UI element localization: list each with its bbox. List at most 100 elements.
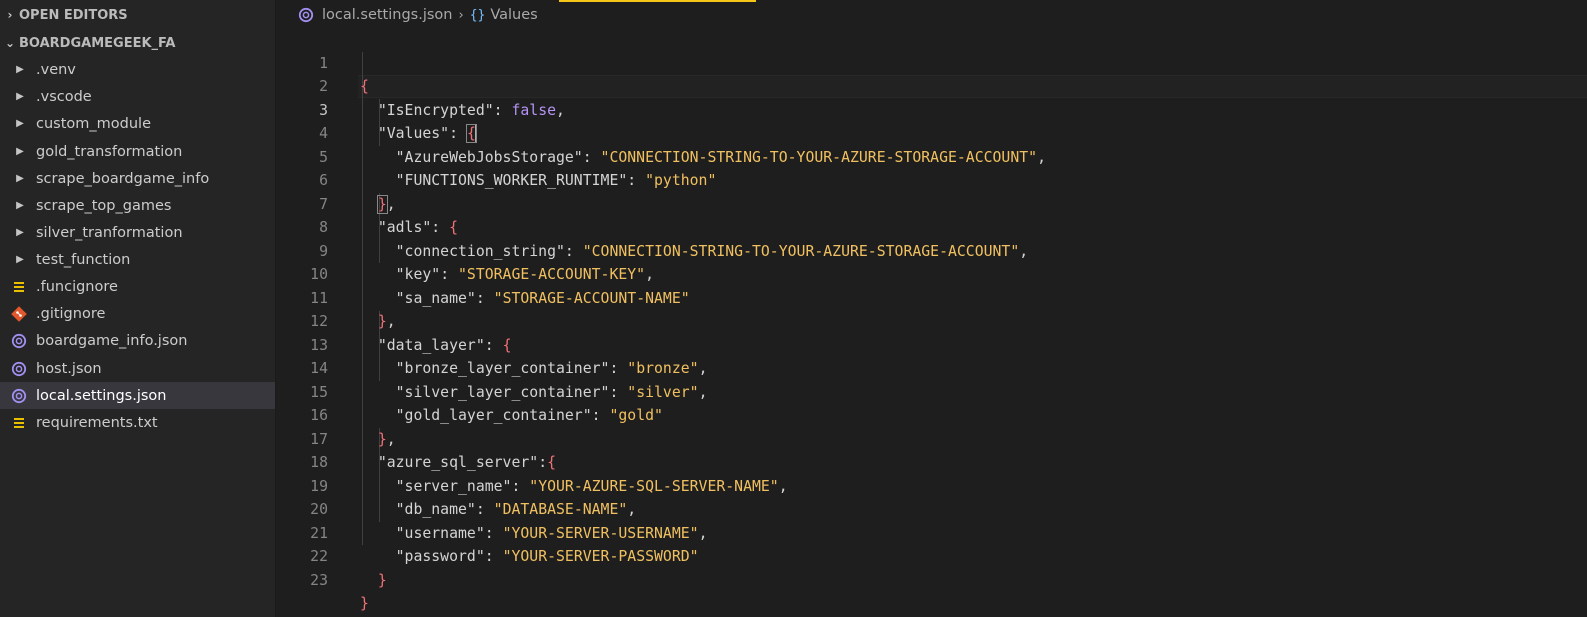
tree-item-silver-tranformation[interactable]: ▶ silver_tranformation	[0, 219, 275, 246]
token-key: "gold_layer_container"	[395, 407, 592, 424]
chevron-right-icon: ▶	[16, 64, 24, 75]
token-punct: ,	[1037, 148, 1046, 166]
code-line: 20 "username": "YOUR-SERVER-USERNAME",	[276, 475, 707, 542]
tree-item-local-settings-json[interactable]: local.settings.json	[0, 382, 275, 409]
code-line: 23 }	[276, 545, 369, 613]
token-punct: :	[627, 172, 646, 189]
chevron-right-icon: ▶	[16, 227, 24, 238]
tree-item-requirements-txt[interactable]: requirements.txt	[0, 409, 275, 436]
token-key: "server_name"	[395, 477, 512, 495]
chevron-right-icon: ▶	[16, 146, 24, 157]
explorer-sidebar: › OPEN EDITORS ⌄ BOARDGAMEGEEK_FA ▶ .ven…	[0, 0, 276, 617]
token-key: "adls"	[377, 219, 432, 236]
code-line: 12 "data_layer": {	[276, 287, 511, 354]
tree-item-label: silver_tranformation	[36, 224, 183, 241]
token-key: "password"	[395, 548, 485, 565]
tree-item-label: local.settings.json	[36, 387, 167, 404]
code-line: 7 "adls": {	[276, 169, 458, 237]
tree-item-gitignore[interactable]: .gitignore	[0, 300, 275, 327]
token-key: "AzureWebJobsStorage"	[395, 148, 583, 166]
token-brace: }	[377, 430, 387, 448]
tree-item-boardgame-info-json[interactable]: boardgame_info.json	[0, 327, 275, 354]
code-line: 9 "key": "STORAGE-ACCOUNT-KEY",	[276, 216, 654, 284]
json-icon	[11, 333, 27, 349]
token-key: "username"	[395, 524, 485, 542]
token-punct: ,	[1019, 242, 1029, 260]
token-punct: :	[591, 407, 610, 424]
tree-item-scrape-boardgame-info[interactable]: ▶ scrape_boardgame_info	[0, 165, 275, 192]
token-string: "CONNECTION-STRING-TO-YOUR-AZURE-STORAGE…	[582, 242, 1020, 260]
token-punct: ,	[386, 195, 396, 213]
code-line: 4 "AzureWebJobsStorage": "CONNECTION-STR…	[276, 99, 1046, 166]
token-punct: :	[564, 242, 583, 260]
token-string: "STORAGE-ACCOUNT-KEY"	[458, 266, 646, 283]
token-punct: :	[582, 148, 601, 166]
token-punct: ,	[386, 430, 396, 448]
token-string: "gold"	[609, 407, 663, 424]
token-brace: {	[502, 336, 512, 354]
tree-item-funcignore[interactable]: .funcignore	[0, 273, 275, 300]
code-line: 5 "FUNCTIONS_WORKER_RUNTIME": "python"	[276, 122, 716, 190]
token-string: "silver"	[627, 383, 699, 401]
token-brace: {	[547, 454, 557, 471]
open-editors-header[interactable]: › OPEN EDITORS	[0, 4, 275, 26]
token-key: "bronze_layer_container"	[395, 360, 610, 377]
code-line: 18 "server_name": "YOUR-AZURE-SQL-SERVER…	[276, 428, 787, 495]
code-line: 10 "sa_name": "STORAGE-ACCOUNT-NAME"	[276, 240, 689, 307]
tree-item-label: gold_transformation	[36, 143, 183, 160]
tree-item-label: custom_module	[36, 115, 151, 132]
tree-item-label: host.json	[36, 360, 102, 377]
code-line: 14 "silver_layer_container": "silver",	[276, 334, 707, 401]
token-punct: :	[440, 266, 459, 283]
tree-item-gold-transformation[interactable]: ▶ gold_transformation	[0, 138, 275, 165]
token-string: "bronze"	[627, 360, 699, 377]
breadcrumb-file[interactable]: local.settings.json	[322, 7, 452, 23]
section-label: BOARDGAMEGEEK_FA	[19, 35, 176, 51]
tree-item-test-function[interactable]: ▶ test_function	[0, 246, 275, 273]
object-symbol-icon: {}	[469, 7, 486, 23]
tree-item-host-json[interactable]: host.json	[0, 355, 275, 382]
tree-item-custom-module[interactable]: ▶ custom_module	[0, 110, 275, 137]
token-punct: ,	[698, 383, 708, 401]
code-line: 15 "gold_layer_container": "gold"	[276, 357, 663, 425]
token-key: "IsEncrypted"	[377, 101, 494, 119]
tree-item-label: requirements.txt	[36, 414, 158, 431]
token-string: "CONNECTION-STRING-TO-YOUR-AZURE-STORAGE…	[600, 148, 1038, 166]
breadcrumb-symbol[interactable]: Values	[490, 7, 537, 23]
token-brace: }	[376, 194, 388, 214]
token-key: "data_layer"	[377, 336, 485, 354]
token-punct: ,	[778, 477, 788, 495]
tree-item-venv[interactable]: ▶ .venv	[0, 56, 275, 83]
token-brace: }	[377, 571, 387, 589]
token-key: "connection_string"	[395, 242, 565, 260]
token-punct: ,	[698, 360, 708, 377]
code-line: 19 "db_name": "DATABASE-NAME",	[276, 451, 636, 519]
token-brace: }	[377, 313, 387, 330]
tree-item-label: scrape_top_games	[36, 197, 172, 214]
token-key: "sa_name"	[395, 289, 476, 307]
chevron-down-icon: ⌄	[4, 36, 16, 50]
git-icon	[11, 305, 27, 322]
line-number: 23	[310, 571, 328, 589]
token-punct: :	[484, 336, 503, 354]
code-line: 11 },	[276, 263, 396, 331]
tree-item-label: .venv	[36, 61, 76, 78]
token-punct: :	[475, 501, 494, 518]
token-string: "YOUR-SERVER-PASSWORD"	[502, 548, 699, 565]
tree-item-scrape-top-games[interactable]: ▶ scrape_top_games	[0, 192, 275, 219]
token-punct: :	[484, 524, 503, 542]
breadcrumb: local.settings.json › {} Values	[298, 4, 538, 26]
token-string: "YOUR-SERVER-USERNAME"	[502, 524, 699, 542]
vscode-window: › OPEN EDITORS ⌄ BOARDGAMEGEEK_FA ▶ .ven…	[0, 0, 1587, 617]
tree-item-vscode[interactable]: ▶ .vscode	[0, 83, 275, 110]
tree-item-label: .vscode	[36, 88, 92, 105]
project-header[interactable]: ⌄ BOARDGAMEGEEK_FA	[0, 32, 275, 54]
chevron-right-icon: ▶	[16, 200, 24, 211]
token-punct: ,	[386, 313, 396, 330]
token-brace: }	[360, 595, 369, 612]
token-brace: {	[449, 219, 459, 236]
token-punct: :	[484, 548, 503, 565]
token-punct: :	[431, 219, 450, 236]
current-line-highlight	[358, 75, 1587, 98]
code-editor[interactable]: local.settings.json › {} Values 1 { 2 "I…	[276, 0, 1587, 617]
